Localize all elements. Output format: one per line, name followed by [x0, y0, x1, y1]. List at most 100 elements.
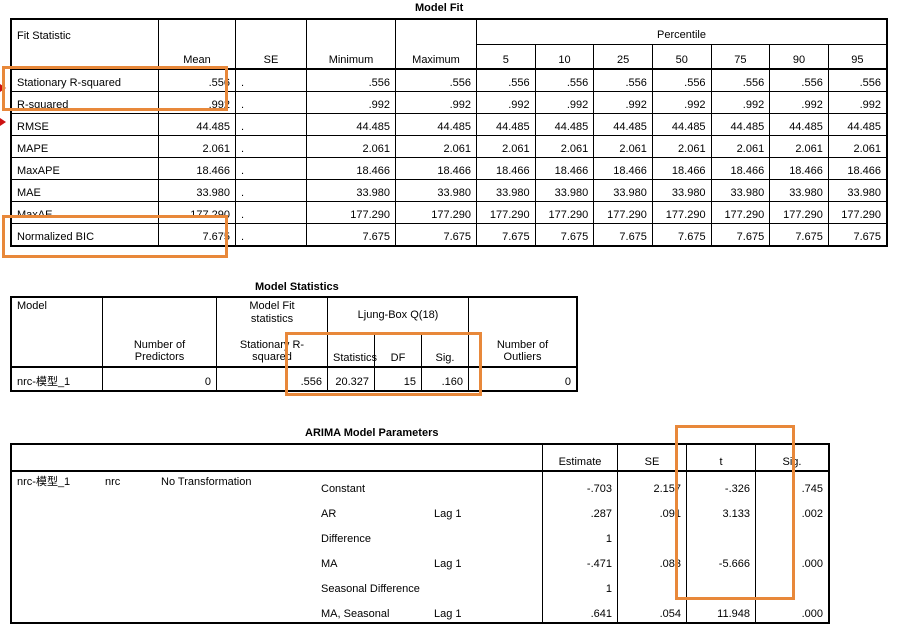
model-statistics-predictors: 0	[102, 366, 217, 392]
col-header-fit-statistic: Fit Statistic	[10, 18, 159, 44]
fit-statistic-min: 18.466	[306, 157, 396, 180]
fit-statistic-p25: 7.675	[593, 223, 653, 247]
col-header-arima-model-spacer	[10, 443, 100, 472]
fit-statistic-max: 177.290	[395, 201, 477, 224]
col-header-arima-se: SE	[617, 443, 687, 472]
model-statistics-table: Model Model Fit statistics Ljung-Box Q(1…	[10, 296, 578, 392]
fit-statistic-se: .	[235, 68, 307, 92]
fit-statistic-se: .	[235, 179, 307, 202]
fit-statistic-p50: 7.675	[651, 223, 712, 247]
fit-statistic-label: Normalized BIC	[10, 223, 159, 247]
fit-statistic-p75: 2.061	[710, 135, 771, 158]
model-statistics-outliers: 0	[468, 366, 578, 392]
col-header-mean: Mean	[158, 44, 236, 70]
arima-se: 2.157	[617, 470, 687, 497]
arima-variable-label: nrc	[100, 470, 156, 623]
col-header-stationary-r-squared: Stationary R- squared	[216, 332, 328, 368]
fit-statistic-p5: 44.485	[476, 113, 536, 136]
col-header-se-spacer	[235, 18, 307, 44]
arima-estimate: -.471	[542, 547, 618, 572]
fit-statistic-p50: 2.061	[651, 135, 712, 158]
fit-statistic-se: .	[235, 91, 307, 114]
model-statistics-lb-statistics: 20.327	[327, 366, 375, 392]
table-row: MAPE 2.061 . 2.061 2.061 2.061 2.061 2.0…	[10, 135, 888, 158]
fit-statistic-p75: 177.290	[710, 201, 771, 224]
arima-se: .054	[617, 597, 687, 624]
col-header-arima-sig: Sig.	[755, 443, 830, 472]
col-header-maximum-spacer	[395, 18, 477, 44]
col-header-se: SE	[235, 44, 307, 70]
col-header-arima-transformation-spacer	[156, 443, 316, 472]
fit-statistic-p75: 18.466	[710, 157, 771, 180]
fit-statistic-min: .992	[306, 91, 396, 114]
table-row: R-squared .992 . .992 .992 .992 .992 .99…	[10, 91, 888, 114]
stationary-r-squared-line1: Stationary R-	[239, 338, 305, 351]
model-statistics-model: nrc-模型_1	[10, 366, 103, 392]
arima-estimate: -.703	[542, 470, 618, 497]
fit-statistic-min: 2.061	[306, 135, 396, 158]
fit-statistic-min: 7.675	[306, 223, 396, 247]
col-header-arima-parameter-spacer	[316, 443, 429, 472]
number-of-predictors-line1: Number of	[133, 338, 186, 351]
fit-statistic-min: .556	[306, 68, 396, 92]
fit-statistic-mean: 2.061	[158, 135, 236, 158]
fit-statistic-p75: 33.980	[710, 179, 771, 202]
arima-se: .091	[617, 497, 687, 522]
table-row: MaxAE 177.290 . 177.290 177.290 177.290 …	[10, 201, 888, 224]
fit-statistic-se: .	[235, 157, 307, 180]
fit-statistic-p5: 33.980	[476, 179, 536, 202]
fit-statistic-max: 7.675	[395, 223, 477, 247]
arima-sig: .000	[755, 597, 830, 624]
arima-t	[686, 522, 756, 547]
fit-statistic-p95: 18.466	[827, 157, 888, 180]
fit-statistic-min: 177.290	[306, 201, 396, 224]
arima-t: -5.666	[686, 547, 756, 572]
arima-parameter: Constant	[316, 470, 429, 497]
arima-lag: Lag 1	[429, 597, 543, 624]
col-header-model-spacer	[10, 332, 103, 368]
fit-statistic-p10: 2.061	[534, 135, 595, 158]
arima-header-row: Estimate SE t Sig.	[10, 443, 830, 472]
col-header-minimum-spacer	[306, 18, 396, 44]
col-header-number-of-outliers: Number of Outliers	[468, 332, 578, 368]
fit-statistic-p75: .992	[710, 91, 771, 114]
arima-sig	[755, 522, 830, 547]
fit-statistic-min: 44.485	[306, 113, 396, 136]
fit-statistic-label: Stationary R-squared	[10, 68, 159, 92]
fit-statistic-label: MAE	[10, 179, 159, 202]
arima-model-parameters-table: Estimate SE t Sig. nrc-模型_1 nrc No Trans…	[10, 443, 830, 624]
col-header-percentile-50: 50	[651, 43, 712, 70]
arima-t	[686, 572, 756, 597]
col-header-estimate: Estimate	[542, 443, 618, 472]
fit-statistic-se: .	[235, 113, 307, 136]
fit-statistic-se: .	[235, 135, 307, 158]
arima-se	[617, 522, 687, 547]
arima-caption: ARIMA Model Parameters	[305, 427, 439, 439]
fit-statistic-mean: 18.466	[158, 157, 236, 180]
fit-statistic-p90: .992	[769, 91, 829, 114]
fit-statistic-p10: 18.466	[534, 157, 595, 180]
fit-statistic-se: .	[235, 223, 307, 247]
arima-sig: .000	[755, 547, 830, 572]
fit-statistic-se: .	[235, 201, 307, 224]
arima-estimate: .287	[542, 497, 618, 522]
row-selection-marker	[0, 84, 6, 92]
fit-statistic-label: MaxAE	[10, 201, 159, 224]
arima-lag	[429, 470, 543, 497]
arima-t: 11.948	[686, 597, 756, 624]
col-header-arima-lag-spacer	[429, 443, 543, 472]
arima-se	[617, 572, 687, 597]
fit-statistic-p10: 44.485	[534, 113, 595, 136]
fit-statistic-p25: 44.485	[593, 113, 653, 136]
col-header-minimum: Minimum	[306, 44, 396, 70]
fit-statistic-p25: 33.980	[593, 179, 653, 202]
fit-statistic-p10: 7.675	[534, 223, 595, 247]
fit-statistic-p5: 18.466	[476, 157, 536, 180]
table-row: nrc-模型_1 0 .556 20.327 15 .160 0	[10, 366, 578, 392]
fit-statistic-min: 33.980	[306, 179, 396, 202]
fit-statistic-p90: 44.485	[769, 113, 829, 136]
fit-statistic-p90: 18.466	[769, 157, 829, 180]
fit-statistic-p25: 2.061	[593, 135, 653, 158]
fit-statistic-p50: 18.466	[651, 157, 712, 180]
model-statistics-header-row-2: Number of Predictors Stationary R- squar…	[10, 331, 578, 368]
